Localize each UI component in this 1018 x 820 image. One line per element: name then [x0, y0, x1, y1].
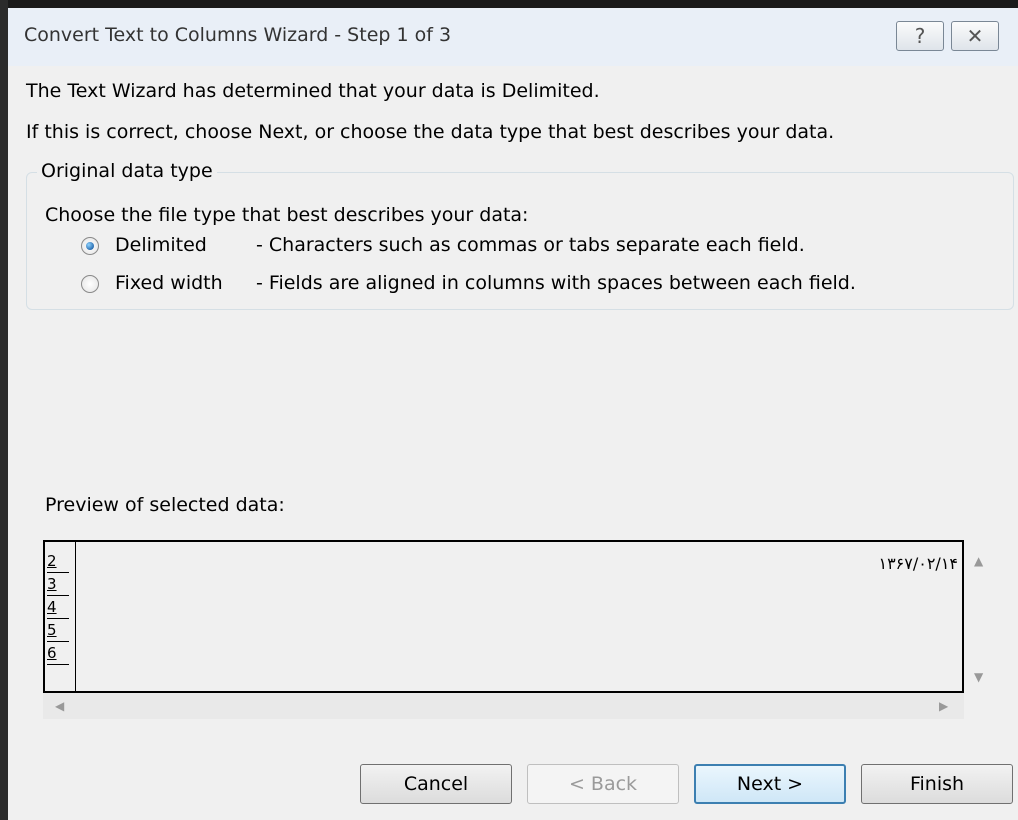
close-button[interactable]: ✕: [951, 21, 999, 51]
delimited-option-description: - Characters such as commas or tabs sepa…: [256, 234, 805, 256]
preview-row-number: 5: [47, 619, 69, 642]
scroll-up-arrow-icon[interactable]: ▲: [974, 554, 983, 568]
preview-row-number: 6: [47, 642, 69, 665]
fixed-width-option-label[interactable]: Fixed width: [115, 272, 223, 294]
intro-line-1: The Text Wizard has determined that your…: [26, 80, 600, 102]
scroll-down-arrow-icon[interactable]: ▼: [974, 670, 983, 684]
window-top-edge: [0, 0, 1018, 8]
intro-line-2: If this is correct, choose Next, or choo…: [26, 121, 835, 143]
file-type-prompt: Choose the file type that best describes…: [45, 204, 529, 226]
preview-label: Preview of selected data:: [45, 494, 285, 516]
window-title: Convert Text to Columns Wizard - Step 1 …: [24, 24, 452, 46]
preview-vertical-scrollbar[interactable]: ▲ ▼: [964, 540, 998, 693]
window-left-edge: [0, 0, 8, 820]
scroll-left-arrow-icon[interactable]: ◀: [55, 699, 64, 713]
help-icon: ?: [914, 24, 926, 48]
preview-row-numbers: 2 3 4 5 6: [45, 542, 76, 691]
fixed-width-radio[interactable]: [81, 275, 99, 293]
preview-row-number: 4: [47, 596, 69, 619]
close-icon: ✕: [966, 24, 984, 48]
delimited-radio[interactable]: [81, 237, 99, 255]
scroll-right-arrow-icon[interactable]: ▶: [939, 699, 948, 713]
preview-horizontal-scrollbar[interactable]: ◀ ▶: [43, 693, 964, 719]
delimited-option-label[interactable]: Delimited: [115, 234, 207, 256]
cancel-button[interactable]: Cancel: [360, 764, 512, 804]
finish-button[interactable]: Finish: [861, 764, 1013, 804]
convert-text-wizard-dialog: Convert Text to Columns Wizard - Step 1 …: [0, 0, 1018, 820]
preview-row-number: 3: [47, 573, 69, 596]
title-bar[interactable]: Convert Text to Columns Wizard - Step 1 …: [8, 8, 1018, 66]
next-button[interactable]: Next >: [694, 764, 846, 804]
data-preview-pane[interactable]: 2 3 4 5 6 ۱۳۶۷/۰۲/۱۴: [43, 540, 964, 693]
preview-row-number: 2: [47, 550, 69, 573]
help-button[interactable]: ?: [896, 21, 944, 51]
preview-row-text: ۱۳۶۷/۰۲/۱۴: [878, 554, 958, 573]
original-data-type-label: Original data type: [37, 160, 217, 182]
back-button[interactable]: < Back: [527, 764, 679, 804]
fixed-width-option-description: - Fields are aligned in columns with spa…: [256, 272, 856, 294]
